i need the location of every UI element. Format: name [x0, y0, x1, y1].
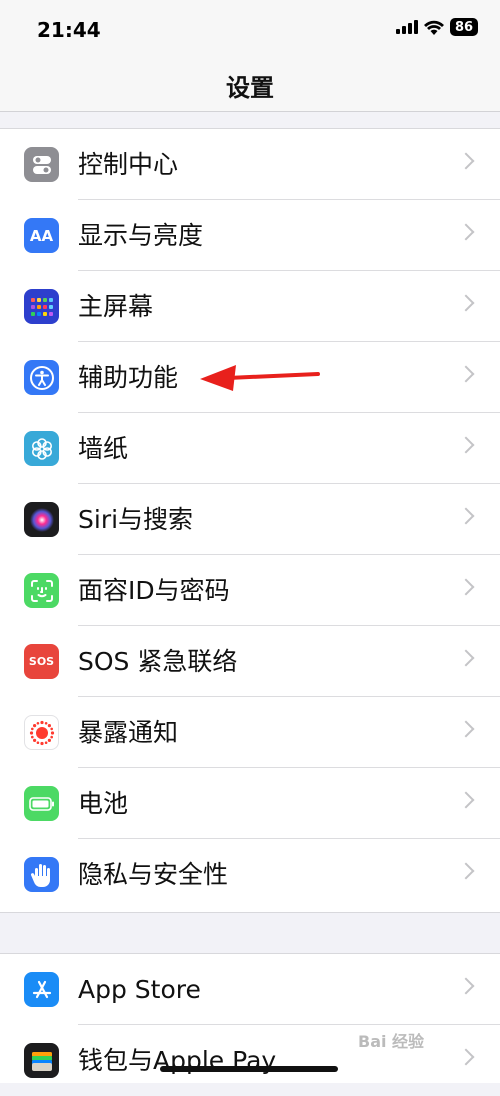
- settings-row-label: App Store: [78, 975, 201, 1004]
- wifi-icon: [424, 20, 444, 35]
- status-time: 21:44: [37, 18, 101, 42]
- settings-row-label: 电池: [78, 789, 129, 818]
- settings-row-label: 主屏幕: [78, 292, 154, 321]
- battery-indicator: 86: [450, 18, 478, 36]
- status-icons: 86: [396, 18, 478, 36]
- settings-row-wallet[interactable]: 钱包与Apple Pay: [0, 1025, 500, 1096]
- exposure-icon: [24, 715, 59, 750]
- chevron-right-icon: [457, 977, 475, 995]
- home-indicator[interactable]: [160, 1066, 338, 1072]
- watermark: Bai 经验: [358, 1032, 425, 1051]
- siri-icon: [24, 502, 59, 537]
- settings-row-home-screen[interactable]: 主屏幕: [0, 271, 500, 342]
- chevron-right-icon: [457, 436, 475, 454]
- settings-row-label: Siri与搜索: [78, 505, 194, 534]
- settings-row-control-center[interactable]: 控制中心: [0, 129, 500, 200]
- chevron-right-icon: [457, 720, 475, 738]
- privacy-hand-icon: [24, 857, 59, 892]
- settings-row-wallpaper[interactable]: 墙纸: [0, 413, 500, 484]
- chevron-right-icon: [457, 223, 475, 241]
- chevron-right-icon: [457, 862, 475, 880]
- battery-icon: [24, 786, 59, 821]
- red-annotation-arrow: [200, 365, 320, 391]
- face-id-icon: [24, 573, 59, 608]
- settings-row-display[interactable]: AA 显示与亮度: [0, 200, 500, 271]
- chevron-right-icon: [457, 365, 475, 383]
- chevron-right-icon: [457, 578, 475, 596]
- nav-bar: 设置: [0, 58, 500, 112]
- settings-row-sos[interactable]: SOS SOS 紧急联络: [0, 626, 500, 697]
- chevron-right-icon: [457, 152, 475, 170]
- settings-row-label: SOS 紧急联络: [78, 647, 238, 676]
- chevron-right-icon: [457, 507, 475, 525]
- settings-row-app-store[interactable]: App Store: [0, 954, 500, 1025]
- chevron-right-icon: [457, 294, 475, 312]
- status-bar: 21:44 86: [0, 0, 500, 58]
- home-screen-icon: [24, 289, 59, 324]
- display-icon: AA: [24, 218, 59, 253]
- accessibility-icon: [24, 360, 59, 395]
- settings-row-face-id[interactable]: 面容ID与密码: [0, 555, 500, 626]
- app-store-icon: [24, 972, 59, 1007]
- settings-row-label: 控制中心: [78, 150, 179, 179]
- settings-row-label: 暴露通知: [78, 718, 179, 747]
- settings-row-siri[interactable]: Siri与搜索: [0, 484, 500, 555]
- settings-row-label: 显示与亮度: [78, 221, 204, 250]
- chevron-right-icon: [457, 649, 475, 667]
- settings-row-label: 墙纸: [78, 434, 129, 463]
- sos-icon: SOS: [24, 644, 59, 679]
- settings-row-privacy[interactable]: 隐私与安全性: [0, 839, 500, 910]
- wallpaper-icon: [24, 431, 59, 466]
- settings-row-battery[interactable]: 电池: [0, 768, 500, 839]
- control-center-icon: [24, 147, 59, 182]
- settings-row-label: 隐私与安全性: [78, 860, 229, 889]
- wallet-icon: [24, 1043, 59, 1078]
- settings-row-label: 辅助功能: [78, 363, 179, 392]
- page-title: 设置: [226, 74, 274, 102]
- chevron-right-icon: [457, 1048, 475, 1066]
- settings-row-label: 面容ID与密码: [78, 576, 230, 605]
- settings-group-2: App Store 钱包与Apple Pay: [0, 953, 500, 1083]
- settings-row-label: 钱包与Apple Pay: [78, 1046, 277, 1075]
- chevron-right-icon: [457, 791, 475, 809]
- settings-row-exposure[interactable]: 暴露通知: [0, 697, 500, 768]
- settings-group-1: 控制中心 AA 显示与亮度 主屏幕 辅助功能 墙纸 Siri与搜索 面容ID与密…: [0, 128, 500, 913]
- signal-icon: [396, 20, 418, 34]
